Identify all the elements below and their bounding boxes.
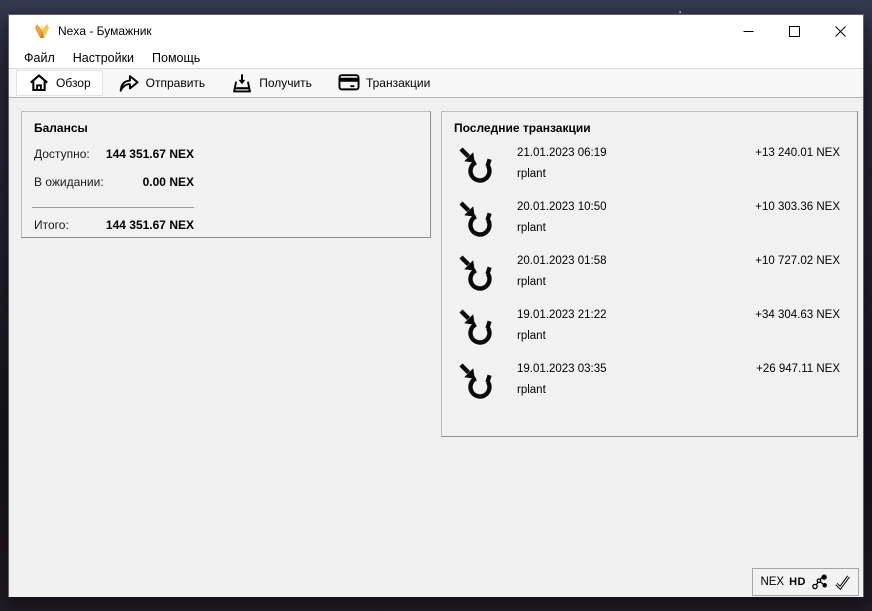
tab-receive-label: Получить xyxy=(259,76,312,90)
received-transaction-icon xyxy=(457,144,497,186)
receive-tray-icon xyxy=(231,73,253,93)
transaction-info: 21.01.2023 06:19 rplant xyxy=(517,141,755,180)
maximize-button[interactable] xyxy=(771,15,817,47)
titlebar[interactable]: Nexa - Бумажник xyxy=(9,15,863,47)
tab-transactions[interactable]: Транзакции xyxy=(327,70,441,96)
transactions-list: 21.01.2023 06:19 rplant +13 240.01 NEX 2… xyxy=(454,141,857,411)
menu-settings[interactable]: Настройки xyxy=(64,49,143,67)
menu-help[interactable]: Помощь xyxy=(143,49,209,67)
transaction-amount: +26 947.11 NEX xyxy=(756,363,840,375)
transaction-address-label: rplant xyxy=(517,276,546,288)
transaction-date: 19.01.2023 21:22 xyxy=(517,309,607,321)
transaction-row[interactable]: 20.01.2023 01:58 rplant +10 727.02 NEX xyxy=(454,249,857,303)
transaction-date: 19.01.2023 03:35 xyxy=(517,363,607,375)
recent-transactions-title: Последние транзакции xyxy=(454,121,591,135)
close-button[interactable] xyxy=(817,15,863,47)
nexa-logo-icon xyxy=(34,23,50,39)
transaction-address-label: rplant xyxy=(517,384,546,396)
transaction-amount: +34 304.63 NEX xyxy=(755,309,840,321)
transaction-amount: +13 240.01 NEX xyxy=(755,147,840,159)
received-transaction-icon xyxy=(457,252,497,294)
received-transaction-icon xyxy=(457,306,497,348)
balance-rows: Доступно: 144 351.67 NEX В ожидании: 0.0… xyxy=(32,147,194,246)
balance-row-available: Доступно: 144 351.67 NEX xyxy=(34,147,194,175)
balance-value: 144 351.67 NEX xyxy=(105,218,194,232)
balances-panel: Балансы Доступно: 144 351.67 NEX В ожида… xyxy=(21,111,431,238)
transaction-info: 20.01.2023 10:50 rplant xyxy=(517,195,755,234)
transaction-date: 20.01.2023 01:58 xyxy=(517,255,607,267)
network-connections-icon xyxy=(811,573,829,591)
balance-label: Итого: xyxy=(34,218,69,232)
balance-value: 0.00 NEX xyxy=(142,175,194,189)
window-title: Nexa - Бумажник xyxy=(58,24,152,38)
unit-label[interactable]: NEX xyxy=(760,576,784,588)
tab-send[interactable]: Отправить xyxy=(107,70,217,96)
transaction-row[interactable]: 19.01.2023 21:22 rplant +34 304.63 NEX xyxy=(454,303,857,357)
received-transaction-icon xyxy=(457,198,497,240)
balance-value: 144 351.67 NEX xyxy=(105,147,194,161)
send-arrow-icon xyxy=(118,73,140,93)
minimize-button[interactable] xyxy=(725,15,771,47)
wallet-window: Nexa - Бумажник Файл Настройки Помощь Об… xyxy=(8,14,864,597)
tab-transactions-label: Транзакции xyxy=(365,76,431,90)
transaction-row[interactable]: 20.01.2023 10:50 rplant +10 303.36 NEX xyxy=(454,195,857,249)
transaction-info: 19.01.2023 21:22 rplant xyxy=(517,303,755,342)
divider xyxy=(32,207,194,208)
main-content: Балансы Доступно: 144 351.67 NEX В ожида… xyxy=(9,98,863,597)
recent-transactions-panel: Последние транзакции 21.01.2023 06:19 rp xyxy=(441,111,858,437)
balance-row-total: Итого: 144 351.67 NEX xyxy=(34,218,194,246)
received-transaction-icon xyxy=(457,360,497,402)
transaction-address-label: rplant xyxy=(517,330,546,342)
tab-overview[interactable]: Обзор xyxy=(16,70,103,96)
transaction-date: 21.01.2023 06:19 xyxy=(517,147,607,159)
window-controls xyxy=(725,15,863,47)
hd-badge: HD xyxy=(789,576,806,588)
balance-row-pending: В ожидании: 0.00 NEX xyxy=(34,175,194,203)
transaction-address-label: rplant xyxy=(517,168,546,180)
transaction-address-label: rplant xyxy=(517,222,546,234)
toolbar: Обзор Отправить Получить Транзакции xyxy=(9,68,863,98)
balance-label: Доступно: xyxy=(34,147,90,161)
transaction-amount: +10 727.02 NEX xyxy=(755,255,840,267)
credit-card-icon xyxy=(338,73,360,93)
tab-overview-label: Обзор xyxy=(56,76,91,90)
menubar: Файл Настройки Помощь xyxy=(9,47,863,68)
tab-send-label: Отправить xyxy=(145,76,206,90)
balances-title: Балансы xyxy=(34,121,88,135)
menu-file[interactable]: Файл xyxy=(15,49,64,67)
status-bar: NEX HD xyxy=(752,568,859,596)
balance-label: В ожидании: xyxy=(34,175,104,189)
transaction-date: 20.01.2023 10:50 xyxy=(517,201,607,213)
transaction-amount: +10 303.36 NEX xyxy=(755,201,840,213)
sync-check-icon xyxy=(834,574,851,591)
home-icon xyxy=(28,73,50,93)
transaction-row[interactable]: 21.01.2023 06:19 rplant +13 240.01 NEX xyxy=(454,141,857,195)
transaction-row[interactable]: 19.01.2023 03:35 rplant +26 947.11 NEX xyxy=(454,357,857,411)
transaction-info: 19.01.2023 03:35 rplant xyxy=(517,357,756,396)
desktop: { "window": { "title": "Nexa - Бумажник"… xyxy=(0,0,872,611)
tab-receive[interactable]: Получить xyxy=(220,70,323,96)
transaction-info: 20.01.2023 01:58 rplant xyxy=(517,249,755,288)
